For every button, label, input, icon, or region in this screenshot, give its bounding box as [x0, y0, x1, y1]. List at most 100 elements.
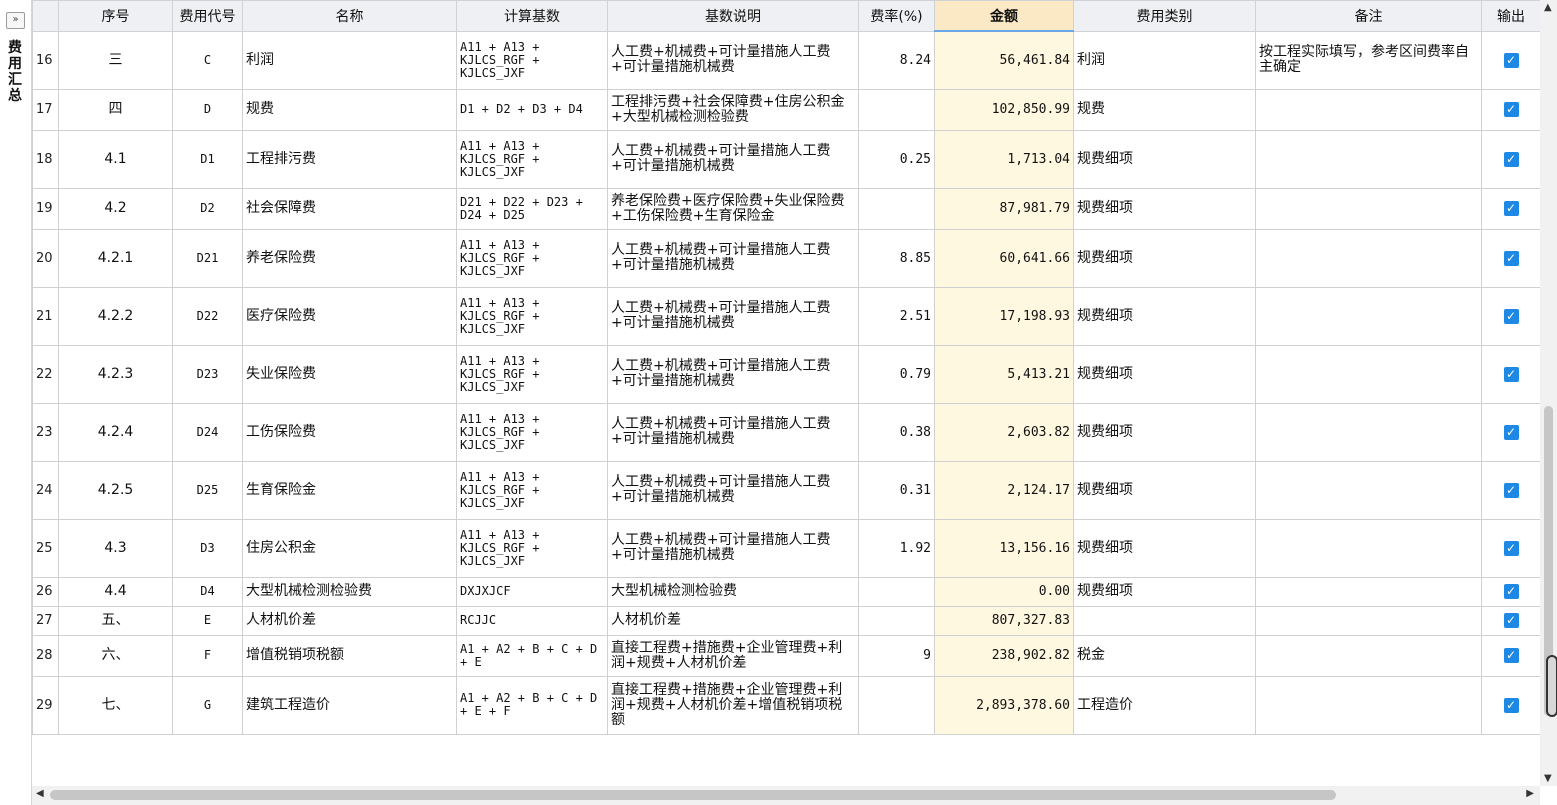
- output-checkbox[interactable]: ✓: [1503, 697, 1519, 713]
- row-index-cell[interactable]: 26: [32, 576, 59, 607]
- vertical-scroll-handle[interactable]: [1546, 655, 1557, 717]
- amount-cell[interactable]: 2,124.17: [934, 460, 1074, 520]
- output-checkbox[interactable]: ✓: [1503, 201, 1519, 216]
- row-index-cell[interactable]: 16: [32, 30, 59, 90]
- output-checkbox[interactable]: ✓: [1503, 52, 1519, 68]
- row-index-cell[interactable]: 24: [32, 460, 59, 520]
- output-checkbox[interactable]: ✓: [1503, 613, 1519, 628]
- code-cell[interactable]: D25: [172, 460, 243, 520]
- code-cell[interactable]: D2: [172, 187, 243, 230]
- rate-cell[interactable]: [858, 576, 935, 607]
- category-cell[interactable]: [1073, 605, 1256, 636]
- rate-cell[interactable]: 0.79: [858, 344, 935, 404]
- code-cell[interactable]: D1: [172, 129, 243, 189]
- base-cell[interactable]: RCJJC: [456, 605, 608, 636]
- amount-cell[interactable]: 238,902.82: [934, 634, 1074, 677]
- base-cell[interactable]: A11 + A13 + KJLCS_RGF + KJLCS_JXF: [456, 344, 608, 404]
- horizontal-scrollbar[interactable]: ◀ ▶: [32, 786, 1540, 805]
- name-cell[interactable]: 规费: [242, 88, 457, 131]
- col-header-category[interactable]: 费用类别: [1073, 0, 1256, 32]
- amount-cell[interactable]: 807,327.83: [934, 605, 1074, 636]
- name-cell[interactable]: 工伤保险费: [242, 402, 457, 462]
- seq-cell[interactable]: 七、: [58, 675, 173, 735]
- note-cell[interactable]: [1255, 88, 1482, 131]
- table-row[interactable]: 24 4.2.5 D25 生育保险金 A11 + A13 + KJLCS_RGF + K…: [32, 460, 1540, 520]
- row-index-cell[interactable]: 22: [32, 344, 59, 404]
- table-row[interactable]: 25 4.3 D3 住房公积金 A11 + A13 + KJLCS_RGF + KJLC…: [32, 518, 1540, 578]
- row-index-cell[interactable]: 28: [32, 634, 59, 677]
- note-cell[interactable]: [1255, 460, 1482, 520]
- vertical-scrollbar[interactable]: ▲ ▼: [1540, 0, 1557, 786]
- base-cell[interactable]: A11 + A13 + KJLCS_RGF + KJLCS_JXF: [456, 286, 608, 346]
- rate-cell[interactable]: [858, 605, 935, 636]
- code-cell[interactable]: D23: [172, 344, 243, 404]
- col-header-rate[interactable]: 费率(%): [858, 0, 935, 32]
- category-cell[interactable]: 规费细项: [1073, 228, 1256, 288]
- category-cell[interactable]: 工程造价: [1073, 675, 1256, 735]
- name-cell[interactable]: 增值税销项税额: [242, 634, 457, 677]
- output-checkbox[interactable]: ✓: [1503, 102, 1519, 117]
- seq-cell[interactable]: 四: [58, 88, 173, 131]
- base-cell[interactable]: DXJXJCF: [456, 576, 608, 607]
- seq-cell[interactable]: 4.2.1: [58, 228, 173, 288]
- base-desc-cell[interactable]: 工程排污费+社会保障费+住房公积金+大型机械检测检验费: [607, 88, 859, 131]
- scroll-left-icon[interactable]: ◀: [36, 788, 44, 799]
- base-cell[interactable]: A1 + A2 + B + C + D + E: [456, 634, 608, 677]
- category-cell[interactable]: 规费: [1073, 88, 1256, 131]
- table-row[interactable]: 18 4.1 D1 工程排污费 A11 + A13 + KJLCS_RGF + KJLC…: [32, 129, 1540, 189]
- amount-cell[interactable]: 17,198.93: [934, 286, 1074, 346]
- table-row[interactable]: 22 4.2.3 D23 失业保险费 A11 + A13 + KJLCS_RGF + K…: [32, 344, 1540, 404]
- seq-cell[interactable]: 4.4: [58, 576, 173, 607]
- base-desc-cell[interactable]: 人工费+机械费+可计量措施人工费+可计量措施机械费: [607, 30, 859, 90]
- table-row[interactable]: 27 五、 E 人材机价差 RCJJC 人材机价差 807,327.83 ✓: [32, 605, 1540, 636]
- category-cell[interactable]: 税金: [1073, 634, 1256, 677]
- output-checkbox[interactable]: ✓: [1503, 366, 1519, 382]
- output-checkbox[interactable]: ✓: [1503, 540, 1519, 556]
- base-cell[interactable]: D1 + D2 + D3 + D4: [456, 88, 608, 131]
- rate-cell[interactable]: 8.85: [858, 228, 935, 288]
- category-cell[interactable]: 规费细项: [1073, 576, 1256, 607]
- code-cell[interactable]: D: [172, 88, 243, 131]
- output-checkbox[interactable]: ✓: [1503, 308, 1519, 324]
- base-desc-cell[interactable]: 直接工程费+措施费+企业管理费+利润+规费+人材机价差+增值税销项税额: [607, 675, 859, 735]
- col-header-base[interactable]: 计算基数: [456, 0, 608, 32]
- note-cell[interactable]: [1255, 228, 1482, 288]
- expand-panel-button[interactable]: »: [6, 12, 25, 29]
- base-cell[interactable]: A11 + A13 + KJLCS_RGF + KJLCS_JXF: [456, 460, 608, 520]
- base-cell[interactable]: A11 + A13 + KJLCS_RGF + KJLCS_JXF: [456, 129, 608, 189]
- col-header-output[interactable]: 输出: [1481, 0, 1540, 32]
- row-index-cell[interactable]: 20: [32, 228, 59, 288]
- name-cell[interactable]: 失业保险费: [242, 344, 457, 404]
- category-cell[interactable]: 规费细项: [1073, 344, 1256, 404]
- note-cell[interactable]: [1255, 675, 1482, 735]
- output-checkbox[interactable]: ✓: [1503, 584, 1519, 599]
- name-cell[interactable]: 建筑工程造价: [242, 675, 457, 735]
- rate-cell[interactable]: 0.25: [858, 129, 935, 189]
- base-cell[interactable]: A11 + A13 + KJLCS_RGF + KJLCS_JXF: [456, 30, 608, 90]
- seq-cell[interactable]: 4.1: [58, 129, 173, 189]
- seq-cell[interactable]: 4.2.2: [58, 286, 173, 346]
- col-header-amount[interactable]: 金额: [934, 0, 1074, 32]
- col-header-name[interactable]: 名称: [242, 0, 457, 32]
- seq-cell[interactable]: 六、: [58, 634, 173, 677]
- col-header-base-desc[interactable]: 基数说明: [607, 0, 859, 32]
- category-cell[interactable]: 规费细项: [1073, 286, 1256, 346]
- col-header-seq[interactable]: 序号: [58, 0, 173, 32]
- seq-cell[interactable]: 4.2.4: [58, 402, 173, 462]
- base-cell[interactable]: A1 + A2 + B + C + D + E + F: [456, 675, 608, 735]
- row-index-cell[interactable]: 17: [32, 88, 59, 131]
- name-cell[interactable]: 工程排污费: [242, 129, 457, 189]
- rate-cell[interactable]: [858, 675, 935, 735]
- table-row[interactable]: 16 三 C 利润 A11 + A13 + KJLCS_RGF + KJLCS_JXF 人…: [32, 30, 1540, 90]
- output-checkbox[interactable]: ✓: [1503, 482, 1519, 498]
- rate-cell[interactable]: 2.51: [858, 286, 935, 346]
- table-row[interactable]: 20 4.2.1 D21 养老保险费 A11 + A13 + KJLCS_RGF + K…: [32, 228, 1540, 288]
- seq-cell[interactable]: 三: [58, 30, 173, 90]
- table-row[interactable]: 23 4.2.4 D24 工伤保险费 A11 + A13 + KJLCS_RGF + K…: [32, 402, 1540, 462]
- amount-cell[interactable]: 87,981.79: [934, 187, 1074, 230]
- rate-cell[interactable]: 8.24: [858, 30, 935, 90]
- amount-cell[interactable]: 2,603.82: [934, 402, 1074, 462]
- note-cell[interactable]: [1255, 344, 1482, 404]
- col-header-code[interactable]: 费用代号: [172, 0, 243, 32]
- name-cell[interactable]: 大型机械检测检验费: [242, 576, 457, 607]
